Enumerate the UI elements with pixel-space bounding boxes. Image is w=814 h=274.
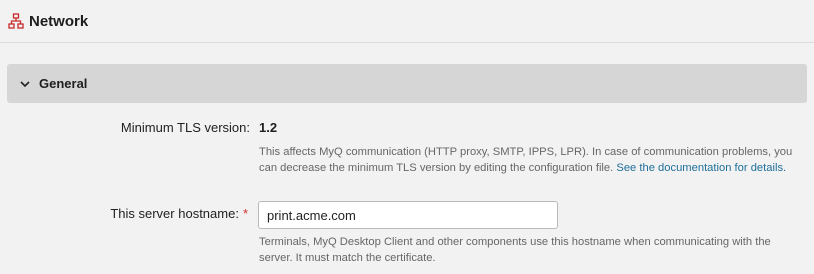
- section-general-toggle[interactable]: General: [7, 64, 807, 103]
- page-title: Network: [29, 12, 89, 30]
- hostname-input[interactable]: [258, 201, 558, 229]
- tls-version-value: 1.2: [259, 120, 278, 135]
- hostname-help-text: Terminals, MyQ Desktop Client and other …: [259, 236, 771, 264]
- documentation-link[interactable]: See the documentation for details.: [616, 162, 786, 174]
- required-marker: *: [242, 206, 248, 221]
- chevron-down-icon: [19, 78, 31, 90]
- page-header: Network: [0, 0, 814, 43]
- tls-help-text: This affects MyQ communication (HTTP pro…: [259, 144, 799, 176]
- tls-version-label: Minimum TLS version:: [120, 120, 250, 135]
- hostname-label-text: This server hostname:: [110, 206, 239, 221]
- section-title: General: [39, 76, 88, 91]
- hostname-label: This server hostname: *: [110, 206, 248, 221]
- network-icon: [8, 13, 24, 29]
